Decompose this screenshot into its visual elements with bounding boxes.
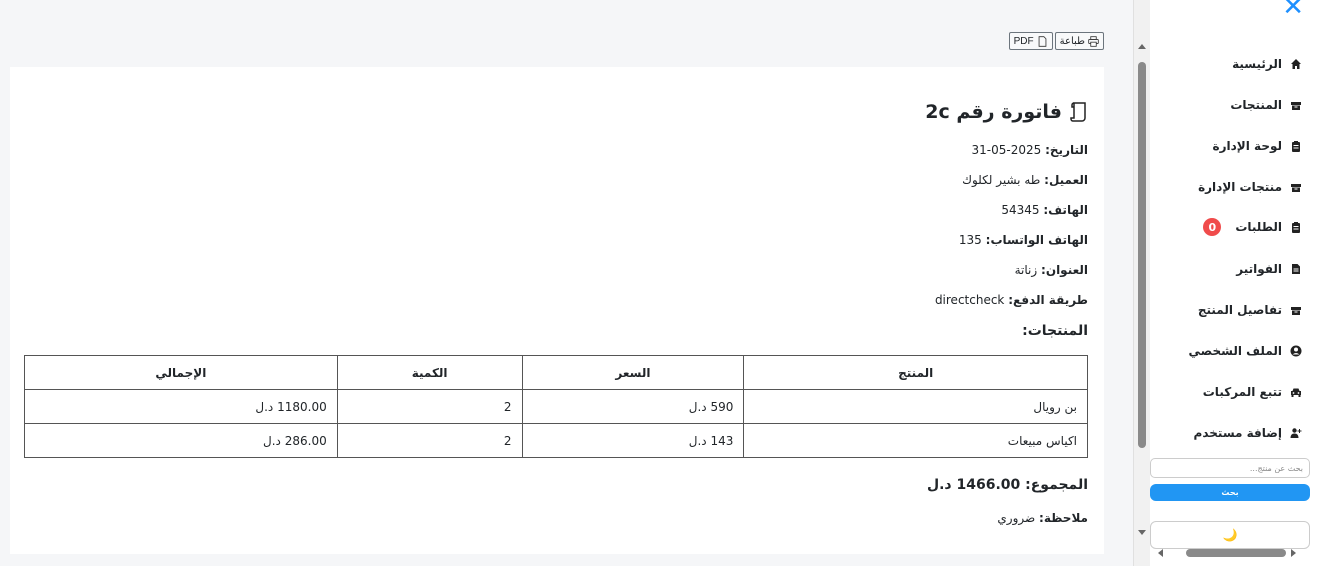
search-input[interactable] [1150, 458, 1310, 478]
column-header: الإجمالي [24, 355, 338, 390]
scroll-thumb[interactable] [1138, 62, 1146, 448]
table-cell: 2 [336, 389, 523, 424]
note-label: ملاحظة: [1039, 511, 1088, 525]
table-cell: 590 د.ل [521, 389, 745, 424]
sidebar-item-add-user[interactable]: إضافة مستخدم [1194, 426, 1302, 440]
sidebar-item-products[interactable]: المنتجات [1230, 98, 1302, 112]
document-icon [1038, 35, 1046, 47]
scroll-thumb[interactable] [1186, 549, 1286, 557]
table-cell: بن رويال [743, 389, 1088, 424]
scroll-down-arrow[interactable] [1138, 530, 1146, 535]
sidebar-item-product-details[interactable]: تفاصيل المنتج [1198, 303, 1302, 317]
table-cell: 2 [336, 423, 523, 458]
total-value: 1466.00 د.ل [926, 477, 1021, 493]
clipboard-icon [1292, 141, 1300, 152]
column-header: الكمية [336, 355, 523, 390]
sidebar-item-orders[interactable]: الطلبات 0 [1203, 218, 1302, 236]
car-icon [1291, 388, 1301, 397]
file-icon [1292, 264, 1300, 274]
box-icon [1291, 184, 1301, 192]
field-customer: العميل: طه بشير لكلوك [962, 173, 1088, 187]
sidebar-item-label: تفاصيل المنتج [1197, 303, 1282, 317]
field-label: العميل: [1044, 173, 1088, 187]
table-cell: 1180.00 د.ل [24, 389, 338, 424]
note-value: ضروري [997, 511, 1036, 525]
invoice-note: ملاحظة: ضروري [997, 511, 1088, 525]
table-row: بن رويال 590 د.ل 2 1180.00 د.ل [24, 389, 1088, 424]
field-address: العنوان: زناتة [1015, 263, 1088, 277]
table-cell: 286.00 د.ل [24, 423, 338, 458]
orders-count-badge: 0 [1203, 218, 1222, 236]
products-heading: المنتجات: [1022, 323, 1088, 339]
sidebar-item-admin-products[interactable]: منتجات الإدارة [1198, 180, 1302, 194]
sidebar-item-label: منتجات الإدارة [1198, 180, 1282, 194]
sidebar-item-label: تتبع المركبات [1202, 385, 1282, 399]
main-scrollbar[interactable] [1133, 0, 1150, 566]
invoice-title-text: فاتورة رقم 2c [925, 101, 1062, 123]
search-button[interactable]: بحث [1150, 484, 1310, 501]
sidebar-item-label: لوحة الإدارة [1212, 139, 1282, 153]
field-value: 54345 [1001, 203, 1040, 217]
sidebar-item-label: المنتجات [1230, 98, 1282, 112]
sidebar-item-vehicle-tracking[interactable]: تتبع المركبات [1203, 385, 1302, 399]
close-icon[interactable]: ✕ [1282, 0, 1304, 20]
moon-icon: 🌙 [1222, 528, 1238, 542]
box-icon [1291, 307, 1301, 315]
total-label: المجموع: [1025, 477, 1088, 493]
table-cell: 143 د.ل [521, 423, 745, 458]
sidebar-item-label: الملف الشخصي [1188, 344, 1282, 358]
invoice-card: فاتورة رقم 2c التاريخ: 2025-05-31 العميل… [10, 67, 1104, 554]
sidebar-item-label: إضافة مستخدم [1193, 426, 1282, 440]
field-label: التاريخ: [1045, 143, 1088, 157]
scroll-left-arrow[interactable] [1158, 549, 1163, 557]
invoice-total: المجموع: 1466.00 د.ل [927, 477, 1088, 493]
sidebar-item-invoices[interactable]: الفواتير [1236, 262, 1302, 276]
invoice-toolbar: طباعة PDF [1008, 32, 1104, 50]
scroll-right-arrow[interactable] [1291, 549, 1296, 557]
field-label: الهاتف الواتساب: [985, 233, 1088, 247]
pdf-label: PDF [1013, 35, 1034, 47]
sidebar: ✕ الرئيسية المنتجات لوحة الإدارة منتجات … [1150, 0, 1320, 566]
pdf-button[interactable]: PDF [1008, 32, 1053, 50]
sidebar-item-label: الرئيسية [1232, 57, 1282, 71]
sidebar-item-profile[interactable]: الملف الشخصي [1189, 344, 1302, 358]
sidebar-item-label: الطلبات [1235, 220, 1282, 234]
sidebar-horizontal-scrollbar[interactable] [1150, 544, 1310, 562]
scroll-up-arrow[interactable] [1138, 44, 1146, 49]
table-header-row: المنتج السعر الكمية الإجمالي [24, 355, 1088, 390]
table-cell: اكياس مبيعات [743, 423, 1088, 458]
invoice-title: فاتورة رقم 2c [925, 101, 1088, 123]
sidebar-item-label: الفواتير [1236, 262, 1282, 276]
field-label: طريقة الدفع: [1008, 293, 1088, 307]
column-header: السعر [521, 355, 745, 390]
user-plus-icon [1290, 428, 1302, 438]
field-phone: الهاتف: 54345 [1001, 203, 1088, 217]
clipboard-icon [1292, 222, 1300, 233]
field-payment: طريقة الدفع: directcheck [935, 293, 1088, 307]
home-icon [1291, 59, 1301, 69]
print-label: طباعة [1059, 35, 1085, 47]
field-date: التاريخ: 2025-05-31 [971, 143, 1088, 157]
column-header: المنتج [743, 355, 1088, 390]
table-row: اكياس مبيعات 143 د.ل 2 286.00 د.ل [24, 423, 1088, 458]
main-content: طباعة PDF فاتورة رقم 2c التاريخ: 2025-05… [0, 0, 1133, 566]
box-icon [1291, 102, 1301, 110]
user-circle-icon [1290, 345, 1302, 357]
scroll-icon [1070, 102, 1086, 122]
printer-icon [1088, 35, 1099, 47]
field-value: زناتة [1014, 263, 1038, 277]
sidebar-item-home[interactable]: الرئيسية [1232, 57, 1302, 71]
field-value: directcheck [934, 293, 1005, 307]
field-label: العنوان: [1041, 263, 1088, 277]
sidebar-item-admin-dashboard[interactable]: لوحة الإدارة [1213, 139, 1302, 153]
field-value: 135 [958, 233, 982, 247]
field-value: 2025-05-31 [971, 143, 1042, 157]
field-whatsapp: الهاتف الواتساب: 135 [959, 233, 1088, 247]
field-value: طه بشير لكلوك [962, 173, 1041, 187]
products-table: المنتج السعر الكمية الإجمالي بن رويال 59… [24, 355, 1088, 458]
print-button[interactable]: طباعة [1054, 32, 1104, 50]
field-label: الهاتف: [1043, 203, 1088, 217]
